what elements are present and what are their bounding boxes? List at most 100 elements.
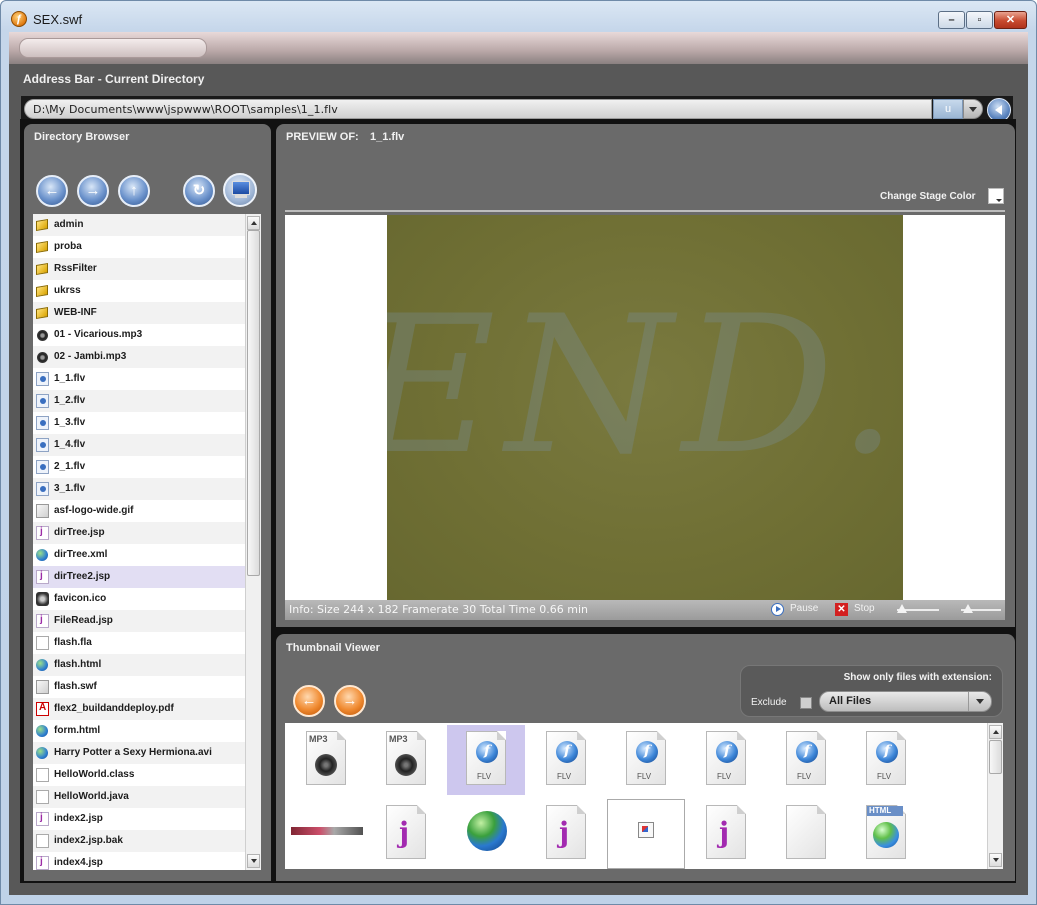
thumbnail-logo[interactable] [287, 799, 365, 869]
globe-file-icon [36, 747, 48, 759]
stop-icon[interactable]: ✕ [835, 603, 848, 616]
thumbnail-previous-button[interactable]: ← [293, 685, 325, 717]
video-info-text: Info: Size 244 x 182 Framerate 30 Total … [289, 603, 589, 616]
file-list-item[interactable]: index2.jsp [33, 808, 245, 830]
file-list-item[interactable]: 1_2.flv [33, 390, 245, 412]
address-path-field[interactable]: D:\My Documents\www\jspwww\ROOT\samples\… [24, 99, 932, 119]
file-list-item[interactable]: 02 - Jambi.mp3 [33, 346, 245, 368]
thumbnail-flv[interactable]: f FLV [447, 725, 525, 795]
file-list-item[interactable]: flex2_buildanddeploy.pdf [33, 698, 245, 720]
up-directory-button[interactable]: ↑ [118, 175, 150, 207]
file-list-item[interactable]: favicon.ico [33, 588, 245, 610]
pause-button[interactable]: Pause [790, 603, 818, 614]
file-list-item[interactable]: 01 - Vicarious.mp3 [33, 324, 245, 346]
computer-root-button[interactable] [223, 173, 257, 207]
file-list-item[interactable]: admin [33, 214, 245, 236]
file-list-item[interactable]: index2.jsp.bak [33, 830, 245, 852]
flash-icon: f [636, 741, 658, 763]
address-badge[interactable]: u [933, 99, 963, 119]
thumbnail-flv[interactable]: f FLV [527, 725, 605, 795]
thumb-scroll-down-button[interactable] [989, 853, 1002, 867]
stage-color-picker[interactable] [988, 188, 1004, 204]
flv-document-icon: f FLV [706, 731, 746, 785]
file-list-item[interactable]: WEB-INF [33, 302, 245, 324]
file-list-item[interactable]: 3_1.flv [33, 478, 245, 500]
file-list-item[interactable]: dirTree2.jsp [33, 566, 245, 588]
thumb-scroll-up-button[interactable] [989, 725, 1002, 739]
minimize-button[interactable]: – [938, 11, 965, 29]
file-list-item[interactable]: 1_3.flv [33, 412, 245, 434]
scroll-up-button[interactable] [247, 216, 260, 230]
file-list-item[interactable]: 1_1.flv [33, 368, 245, 390]
file-list-item[interactable]: HelloWorld.java [33, 786, 245, 808]
file-list-item[interactable]: Harry Potter a Sexy Hermiona.avi [33, 742, 245, 764]
forward-button[interactable]: → [77, 175, 109, 207]
volume-slider-handle[interactable] [963, 604, 973, 613]
file-list-item[interactable]: asf-logo-wide.gif [33, 500, 245, 522]
thumbnail-flv[interactable]: f FLV [767, 725, 845, 795]
file-list-item[interactable]: dirTree.jsp [33, 522, 245, 544]
exclude-checkbox[interactable] [800, 697, 812, 709]
thumbnail-mp3[interactable]: MP3 [367, 725, 445, 795]
thumb-scroll-thumb[interactable] [989, 740, 1002, 774]
thumbnail-jsp[interactable]: j [527, 799, 605, 869]
extension-select[interactable]: All Files [819, 691, 992, 712]
extension-select-arrow[interactable] [968, 692, 991, 711]
exclude-label: Exclude [751, 697, 787, 708]
image-file-icon [36, 680, 49, 694]
video-player[interactable]: END. [387, 215, 903, 600]
thumbnail-flv[interactable]: f FLV [687, 725, 765, 795]
thumbnail-mp3[interactable]: MP3 [287, 725, 365, 795]
flash-icon: f [716, 741, 738, 763]
refresh-button[interactable]: ↻ [183, 175, 215, 207]
seek-slider-handle[interactable] [897, 604, 907, 613]
thumbnail-scrollbar[interactable] [987, 723, 1003, 869]
jsp-document-icon: j [386, 805, 426, 859]
address-dropdown-button[interactable] [963, 99, 983, 119]
scroll-thumb[interactable] [247, 230, 260, 576]
image-file-icon [36, 504, 49, 518]
extension-select-value: All Files [829, 695, 872, 707]
file-list-item-label: index2.jsp.bak [54, 835, 123, 846]
thumbnail-html[interactable]: HTML [847, 799, 925, 869]
thumbnail-globe[interactable] [447, 799, 525, 869]
file-list-item[interactable]: 2_1.flv [33, 456, 245, 478]
flv-document-icon: f FLV [466, 731, 506, 785]
thumbnail-grid: MP3 MP3 f FLV f FLV f FLV f FLV f FLV f FLV j j j HTML [285, 723, 987, 869]
jsp-icon: j [719, 816, 730, 849]
file-list-item[interactable]: form.html [33, 720, 245, 742]
flv-file-icon [36, 394, 49, 408]
chevron-down-icon [976, 699, 984, 704]
thumbnail-flv[interactable]: f FLV [607, 725, 685, 795]
thumbnail-flv[interactable]: f FLV [847, 725, 925, 795]
thumbnail-broken[interactable] [607, 799, 685, 869]
maximize-button[interactable]: ▫ [966, 11, 993, 29]
jsp-file-icon [36, 526, 49, 540]
thumbnail-jsp[interactable]: j [687, 799, 765, 869]
thumbnail-blank[interactable] [767, 799, 845, 869]
file-list-item[interactable]: dirTree.xml [33, 544, 245, 566]
scroll-down-button[interactable] [247, 854, 260, 868]
file-list-item[interactable]: FileRead.jsp [33, 610, 245, 632]
thumbnail-next-button[interactable]: → [334, 685, 366, 717]
file-list-item-label: 1_1.flv [54, 373, 86, 384]
close-button[interactable]: ✕ [994, 11, 1027, 29]
file-list-item[interactable]: ukrss [33, 280, 245, 302]
file-list-item[interactable]: index4.jsp [33, 852, 245, 870]
file-list-item[interactable]: RssFilter [33, 258, 245, 280]
file-list-item[interactable]: proba [33, 236, 245, 258]
file-list-scrollbar[interactable] [245, 214, 261, 870]
file-list-item[interactable]: flash.swf [33, 676, 245, 698]
file-list-item[interactable]: HelloWorld.class [33, 764, 245, 786]
pause-icon[interactable] [771, 603, 784, 616]
stop-button[interactable]: Stop [854, 603, 875, 614]
file-list-item-label: FileRead.jsp [54, 615, 113, 626]
flv-file-icon [36, 438, 49, 452]
file-list-item[interactable]: flash.html [33, 654, 245, 676]
file-list-item[interactable]: flash.fla [33, 632, 245, 654]
back-button[interactable]: ← [36, 175, 68, 207]
thumbnail-jsp[interactable]: j [367, 799, 445, 869]
thumbnail-type-label: FLV [717, 772, 732, 781]
thumbnail-type-label: MP3 [389, 734, 408, 744]
file-list-item[interactable]: 1_4.flv [33, 434, 245, 456]
